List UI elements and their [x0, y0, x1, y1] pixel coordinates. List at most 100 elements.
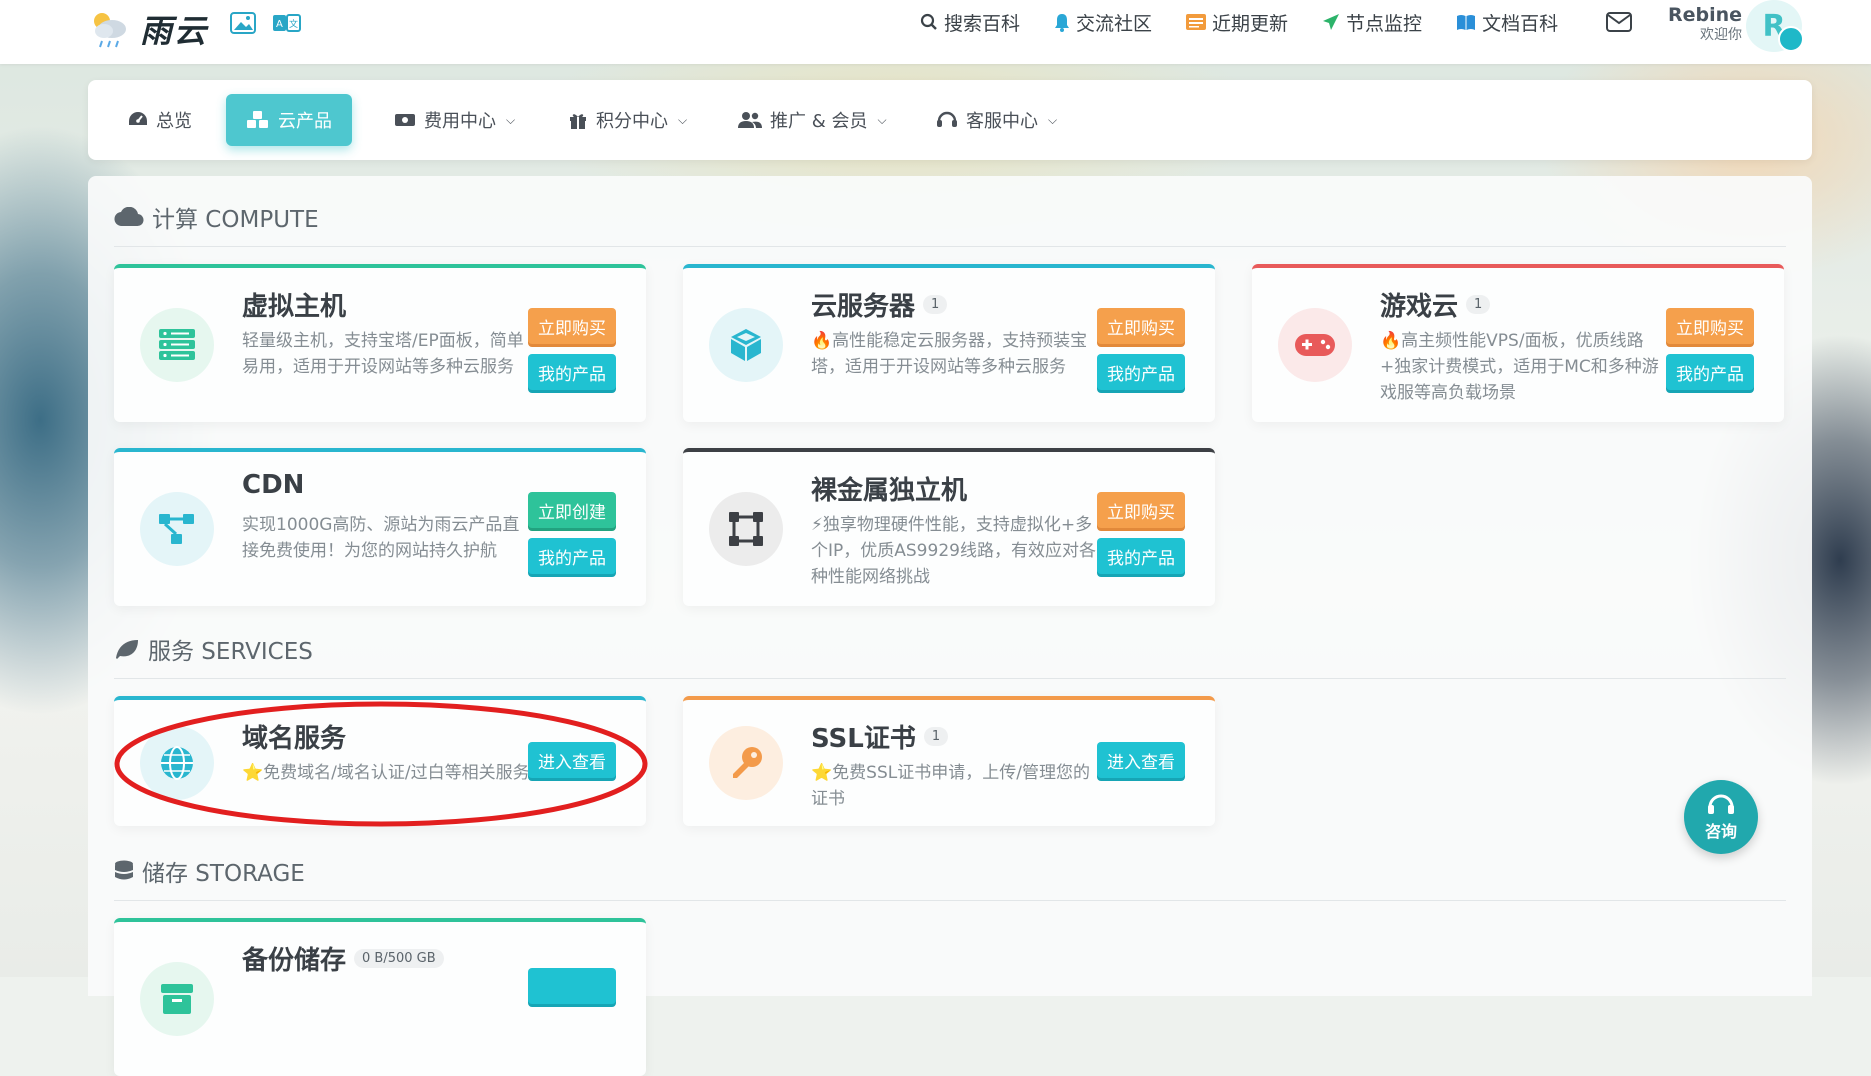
my-products-button[interactable]: 我的产品 [1666, 354, 1754, 390]
card-description: 实现1000G高防、源站为雨云产品直接免费使用！为您的网站持久护航 [242, 515, 520, 561]
card-description: 🔥高性能稳定云服务器，支持预装宝塔，适用于开设网站等多种云服务 [811, 331, 1088, 377]
mail-icon[interactable] [1606, 12, 1632, 36]
nav-label: 文档百科 [1482, 12, 1559, 35]
product-card-game-cloud: 游戏云 1 🔥高主频性能VPS/面板，优质线路+独家计费模式，适用于MC和多种游戏… [1252, 264, 1784, 422]
archive-icon [140, 962, 214, 1036]
buy-now-button[interactable]: 立即购买 [1666, 308, 1754, 344]
network-icon [140, 492, 214, 566]
user-greeting: 欢迎你 [1700, 27, 1743, 43]
user-info[interactable]: Rebine 欢迎你 [1668, 4, 1742, 44]
buy-now-button[interactable]: 立即购买 [1097, 308, 1185, 344]
tab-billing[interactable]: 费用中心 ⌵ [374, 94, 535, 146]
card-title: 备份储存 0 B/500 GB [242, 940, 444, 977]
tab-support[interactable]: 客服中心 ⌵ [916, 94, 1077, 146]
divider [114, 900, 1786, 901]
svg-text:A: A [276, 19, 283, 30]
list-icon [1186, 14, 1207, 30]
nav-community[interactable]: 交流社区 [1054, 9, 1152, 36]
chevron-down-icon: ⌵ [678, 112, 688, 127]
top-bar: 雨云 A文 搜索百科 交流社区 近期更新 节点监控 文档百科 Rebine 欢迎… [0, 0, 1871, 64]
card-title: 裸金属独立机 [811, 470, 967, 507]
tab-label: 客服中心 [966, 111, 1038, 132]
cubes-icon [247, 111, 268, 128]
card-description: 轻量级主机，支持宝塔/EP面板，简单易用，适用于开设网站等多种云服务 [242, 331, 524, 377]
view-button[interactable]: 进入查看 [528, 742, 616, 778]
svg-text:文: 文 [289, 18, 298, 30]
section-title-compute: 计算 COMPUTE [114, 200, 319, 234]
cloud-icon [114, 207, 144, 227]
users-icon [738, 112, 762, 128]
chevron-down-icon: ⌵ [506, 112, 516, 127]
nav-node-monitor[interactable]: 节点监控 [1322, 9, 1422, 36]
headset-icon [937, 111, 957, 127]
avatar[interactable]: R [1746, 0, 1804, 52]
card-title-text: 域名服务 [242, 724, 347, 754]
my-products-button[interactable]: 我的产品 [1097, 354, 1185, 390]
translate-icon[interactable]: A文 [272, 12, 301, 34]
leaf-icon [116, 640, 138, 659]
card-description: 🔥高主频性能VPS/面板，优质线路+独家计费模式，适用于MC和多种游戏服等高负载… [1380, 331, 1659, 403]
my-products-button[interactable]: 我的产品 [528, 538, 616, 574]
card-description: ⭐免费SSL证书申请，上传/管理您的证书 [811, 763, 1090, 809]
product-card-cdn: CDN 实现1000G高防、源站为雨云产品直接免费使用！为您的网站持久护航 立即… [114, 448, 646, 606]
nav-search-wiki[interactable]: 搜索百科 [920, 9, 1020, 36]
product-card-virtual-host: 虚拟主机 轻量级主机，支持宝塔/EP面板，简单易用，适用于开设网站等多种云服务 … [114, 264, 646, 422]
server-icon [140, 308, 214, 382]
buy-now-button[interactable]: 立即购买 [528, 308, 616, 344]
image-icon[interactable] [230, 12, 258, 34]
section-title-storage: 储存 STORAGE [114, 854, 305, 888]
product-card-ssl: SSL证书 1 ⭐免费SSL证书申请，上传/管理您的证书 进入查看 [683, 696, 1215, 826]
divider [114, 678, 1786, 679]
send-icon [1323, 14, 1340, 30]
tab-label: 总览 [156, 111, 192, 132]
nav-updates[interactable]: 近期更新 [1186, 9, 1288, 36]
money-icon [395, 114, 415, 126]
card-title-text: CDN [242, 470, 305, 500]
site-logo[interactable]: 雨云 [88, 6, 208, 52]
nav-docs[interactable]: 文档百科 [1456, 9, 1558, 36]
globe-icon [140, 726, 214, 800]
count-badge: 1 [1466, 295, 1491, 314]
my-products-button[interactable]: 我的产品 [1097, 538, 1185, 574]
tab-promotion-membership[interactable]: 推广 & 会员 ⌵ [718, 94, 907, 146]
card-description: ⭐免费域名/域名认证/过白等相关服务 [242, 763, 530, 783]
products-panel: 计算 COMPUTE 虚拟主机 轻量级主机，支持宝塔/EP面板，简单易用，适用于… [88, 176, 1812, 1076]
tab-label: 推广 & 会员 [770, 111, 868, 132]
consult-button[interactable]: 咨询 [1684, 780, 1758, 854]
product-card-domain: 域名服务 ⭐免费域名/域名认证/过白等相关服务 进入查看 [114, 696, 646, 826]
my-products-button[interactable]: 我的产品 [528, 354, 616, 390]
card-title-text: 虚拟主机 [242, 292, 347, 322]
key-icon [709, 726, 783, 800]
user-name: Rebine [1668, 4, 1743, 26]
card-description: ⚡独享物理硬件性能，支持虚拟化+多个IP，优质AS9929线路，有效应对各种性能… [811, 515, 1096, 587]
tab-overview[interactable]: 总览 [108, 94, 212, 146]
view-button[interactable]: 进入查看 [1097, 742, 1185, 778]
create-now-button[interactable]: 立即创建 [528, 492, 616, 528]
card-title-text: 云服务器 [811, 292, 916, 322]
product-card-cloud-server: 云服务器 1 🔥高性能稳定云服务器，支持预装宝塔，适用于开设网站等多种云服务 立即… [683, 264, 1215, 422]
weather-logo-icon [88, 9, 134, 49]
card-title: 域名服务 [242, 718, 346, 755]
section-title-text: 计算 COMPUTE [152, 207, 319, 233]
card-title-text: SSL证书 [811, 724, 916, 754]
buy-now-button[interactable]: 立即购买 [1097, 492, 1185, 528]
card-title: 虚拟主机 [242, 286, 346, 323]
nav-label: 搜索百科 [944, 12, 1021, 35]
dashboard-icon [129, 112, 147, 125]
book-icon [1457, 14, 1476, 30]
tab-points[interactable]: 积分中心 ⌵ [548, 94, 707, 146]
product-card-backup-storage: 备份储存 0 B/500 GB [114, 918, 646, 1076]
chevron-down-icon: ⌵ [1048, 112, 1058, 127]
cube-icon [709, 308, 783, 382]
card-title: CDN [242, 470, 304, 500]
gamepad-icon [1278, 308, 1352, 382]
card-title: 游戏云 1 [1380, 286, 1491, 323]
header-nav: 搜索百科 交流社区 近期更新 节点监控 文档百科 [920, 0, 1558, 44]
card-title-text: 游戏云 [1380, 292, 1459, 322]
section-title-services: 服务 SERVICES [114, 632, 313, 666]
tab-cloud-products[interactable]: 云产品 [226, 94, 352, 146]
storage-action-button[interactable] [528, 968, 616, 1004]
section-title-text: 服务 SERVICES [148, 639, 313, 665]
logo-text: 雨云 [140, 12, 209, 50]
tab-label: 云产品 [278, 111, 332, 132]
